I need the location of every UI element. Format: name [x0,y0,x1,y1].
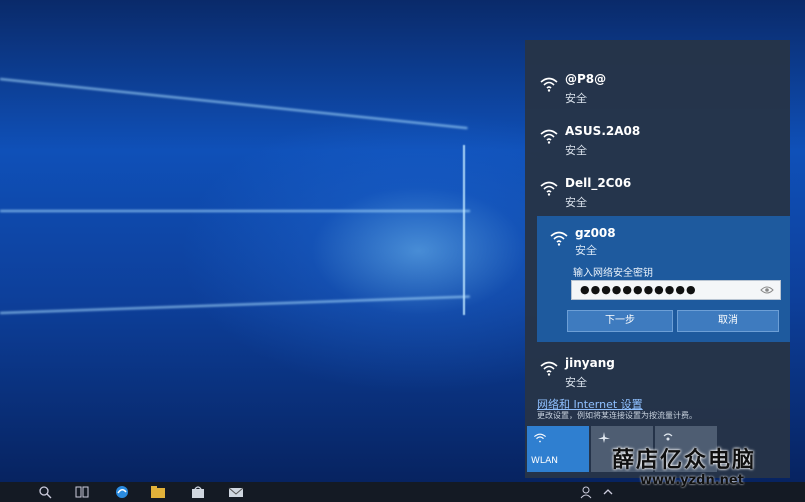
edge-browser-icon[interactable] [114,485,130,499]
password-prompt: 输入网络安全密钥 [573,268,653,279]
password-input[interactable]: ●●●●●●●●●●● [571,280,781,300]
network-name: @P8@ [565,72,607,86]
light-beam [463,145,465,315]
watermark-logo: 薛店亿众电脑 [612,447,757,473]
network-security: 安全 [565,196,587,209]
search-icon[interactable] [38,485,54,499]
airplane-icon [598,432,610,443]
network-security: 安全 [565,376,587,389]
file-explorer-icon[interactable] [150,485,166,499]
network-name: Dell_2C06 [565,176,632,190]
network-item[interactable]: @P8@ 安全 [525,60,790,112]
network-name: jinyang [565,356,615,370]
light-beam [0,210,470,212]
wifi-icon [540,361,558,376]
watermark-url: www.yzdn.net [640,473,744,488]
network-item-selected[interactable]: gz008 安全 输入网络安全密钥 ●●●●●●●●●●● 下一步 取消 [537,216,790,342]
light-beam [0,295,470,314]
wifi-icon [540,77,558,92]
network-security: 安全 [565,92,587,105]
mail-icon[interactable] [228,485,244,499]
wifi-icon [550,231,568,246]
password-value: ●●●●●●●●●●● [580,283,697,296]
network-security: 安全 [575,244,597,257]
wifi-icon [534,433,546,443]
reveal-password-icon[interactable] [760,285,774,295]
network-security: 安全 [565,144,587,157]
people-icon[interactable] [578,485,594,499]
task-view-icon[interactable] [74,485,90,499]
chevron-up-icon[interactable] [600,485,616,499]
wifi-icon [540,129,558,144]
wlan-toggle[interactable]: WLAN [527,426,589,472]
store-icon[interactable] [190,485,206,499]
cancel-button[interactable]: 取消 [677,310,779,332]
network-name: gz008 [575,226,616,240]
wifi-icon [540,181,558,196]
network-settings-description: 更改设置，例如将某连接设置为按流量计费。 [537,411,697,420]
light-beam [0,78,468,130]
network-item[interactable]: ASUS.2A08 安全 [525,112,790,164]
network-item[interactable]: Dell_2C06 安全 [525,164,790,216]
next-button[interactable]: 下一步 [567,310,673,332]
network-name: ASUS.2A08 [565,124,641,138]
wlan-label: WLAN [531,456,559,466]
network-flyout: @P8@ 安全 ASUS.2A08 安全 Dell_2C06 安全 gz008 [525,40,790,478]
network-item[interactable]: jinyang 安全 [525,344,790,396]
